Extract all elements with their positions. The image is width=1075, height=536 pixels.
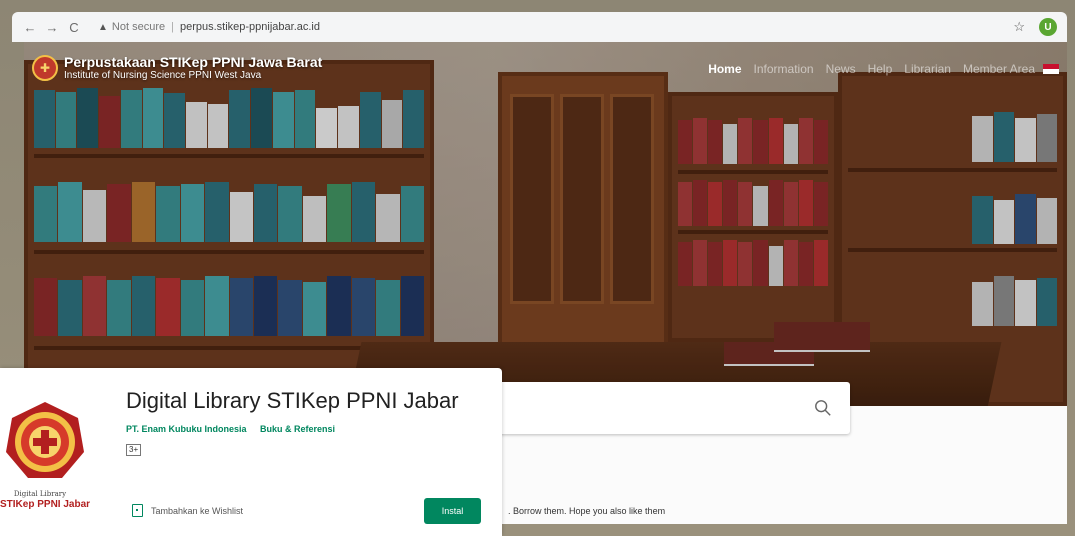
browser-toolbar: ← → C ▲ Not secure | perpus.stikep-ppnij… [12,12,1067,42]
nav-member-area[interactable]: Member Area [963,62,1035,76]
flag-icon[interactable] [1043,64,1059,74]
nav-home[interactable]: Home [708,62,741,76]
site-brand[interactable]: ✚ Perpustakaan STIKep PPNI Jawa Barat In… [32,54,322,81]
toolbar-right: ☆ U [1013,18,1057,36]
seal-icon [6,402,84,478]
nav-librarian[interactable]: Librarian [904,62,951,76]
wishlist-button[interactable]: Tambahkan ke Wishlist [132,504,243,517]
reload-button[interactable]: C [66,20,82,35]
address-separator: | [171,21,174,33]
hero-banner: ✚ Perpustakaan STIKep PPNI Jawa Barat In… [24,42,1067,406]
profile-icon[interactable]: U [1039,18,1057,36]
address-bar[interactable]: ▲ Not secure | perpus.stikep-ppnijabar.a… [98,21,320,33]
logo-caption-digital-library: Digital Library [13,490,67,498]
site-subtitle: Institute of Nursing Science PPNI West J… [64,70,262,81]
app-title: Digital Library STIKep PPNI Jabar [126,388,459,413]
app-developer-link[interactable]: PT. Enam Kubuku Indonesia [126,424,247,434]
url-text: perpus.stikep-ppnijabar.ac.id [179,21,320,33]
logo-caption-name: STIKep PPNI Jabar [0,499,91,510]
nav-news[interactable]: News [826,62,856,76]
wishlist-label: Tambahkan ke Wishlist [151,505,244,516]
warning-icon: ▲ [98,21,108,33]
forward-button[interactable]: → [44,20,60,35]
security-label: Not secure [111,21,166,33]
search-input[interactable] [460,382,850,434]
nav-information[interactable]: Information [754,62,814,76]
site-nav: Home Information News Help Librarian Mem… [696,62,1059,76]
bookmark-star-icon[interactable]: ☆ [1013,19,1025,35]
bookmark-icon [132,504,143,517]
app-logo: Digital Library STIKep PPNI Jabar [0,398,91,510]
install-button[interactable]: Instal [424,498,481,524]
content-rating-badge: 3+ [126,444,142,456]
nav-help[interactable]: Help [868,62,893,76]
tagline: . Borrow them. Hope you also like them [508,506,666,516]
play-store-card: Digital Library STIKep PPNI Jabar Digita… [0,368,502,536]
site-brand-text: Perpustakaan STIKep PPNI Jawa Barat Inst… [64,54,322,81]
app-category-link[interactable]: Buku & Referensi [260,424,335,434]
hero-shade [24,42,1067,406]
site-title: Perpustakaan STIKep PPNI Jawa Barat [64,54,323,70]
back-button[interactable]: ← [22,20,38,35]
site-logo-icon: ✚ [32,54,58,81]
screenshot-frame: ← → C ▲ Not secure | perpus.stikep-ppnij… [0,0,1075,536]
search-icon[interactable] [814,399,832,417]
